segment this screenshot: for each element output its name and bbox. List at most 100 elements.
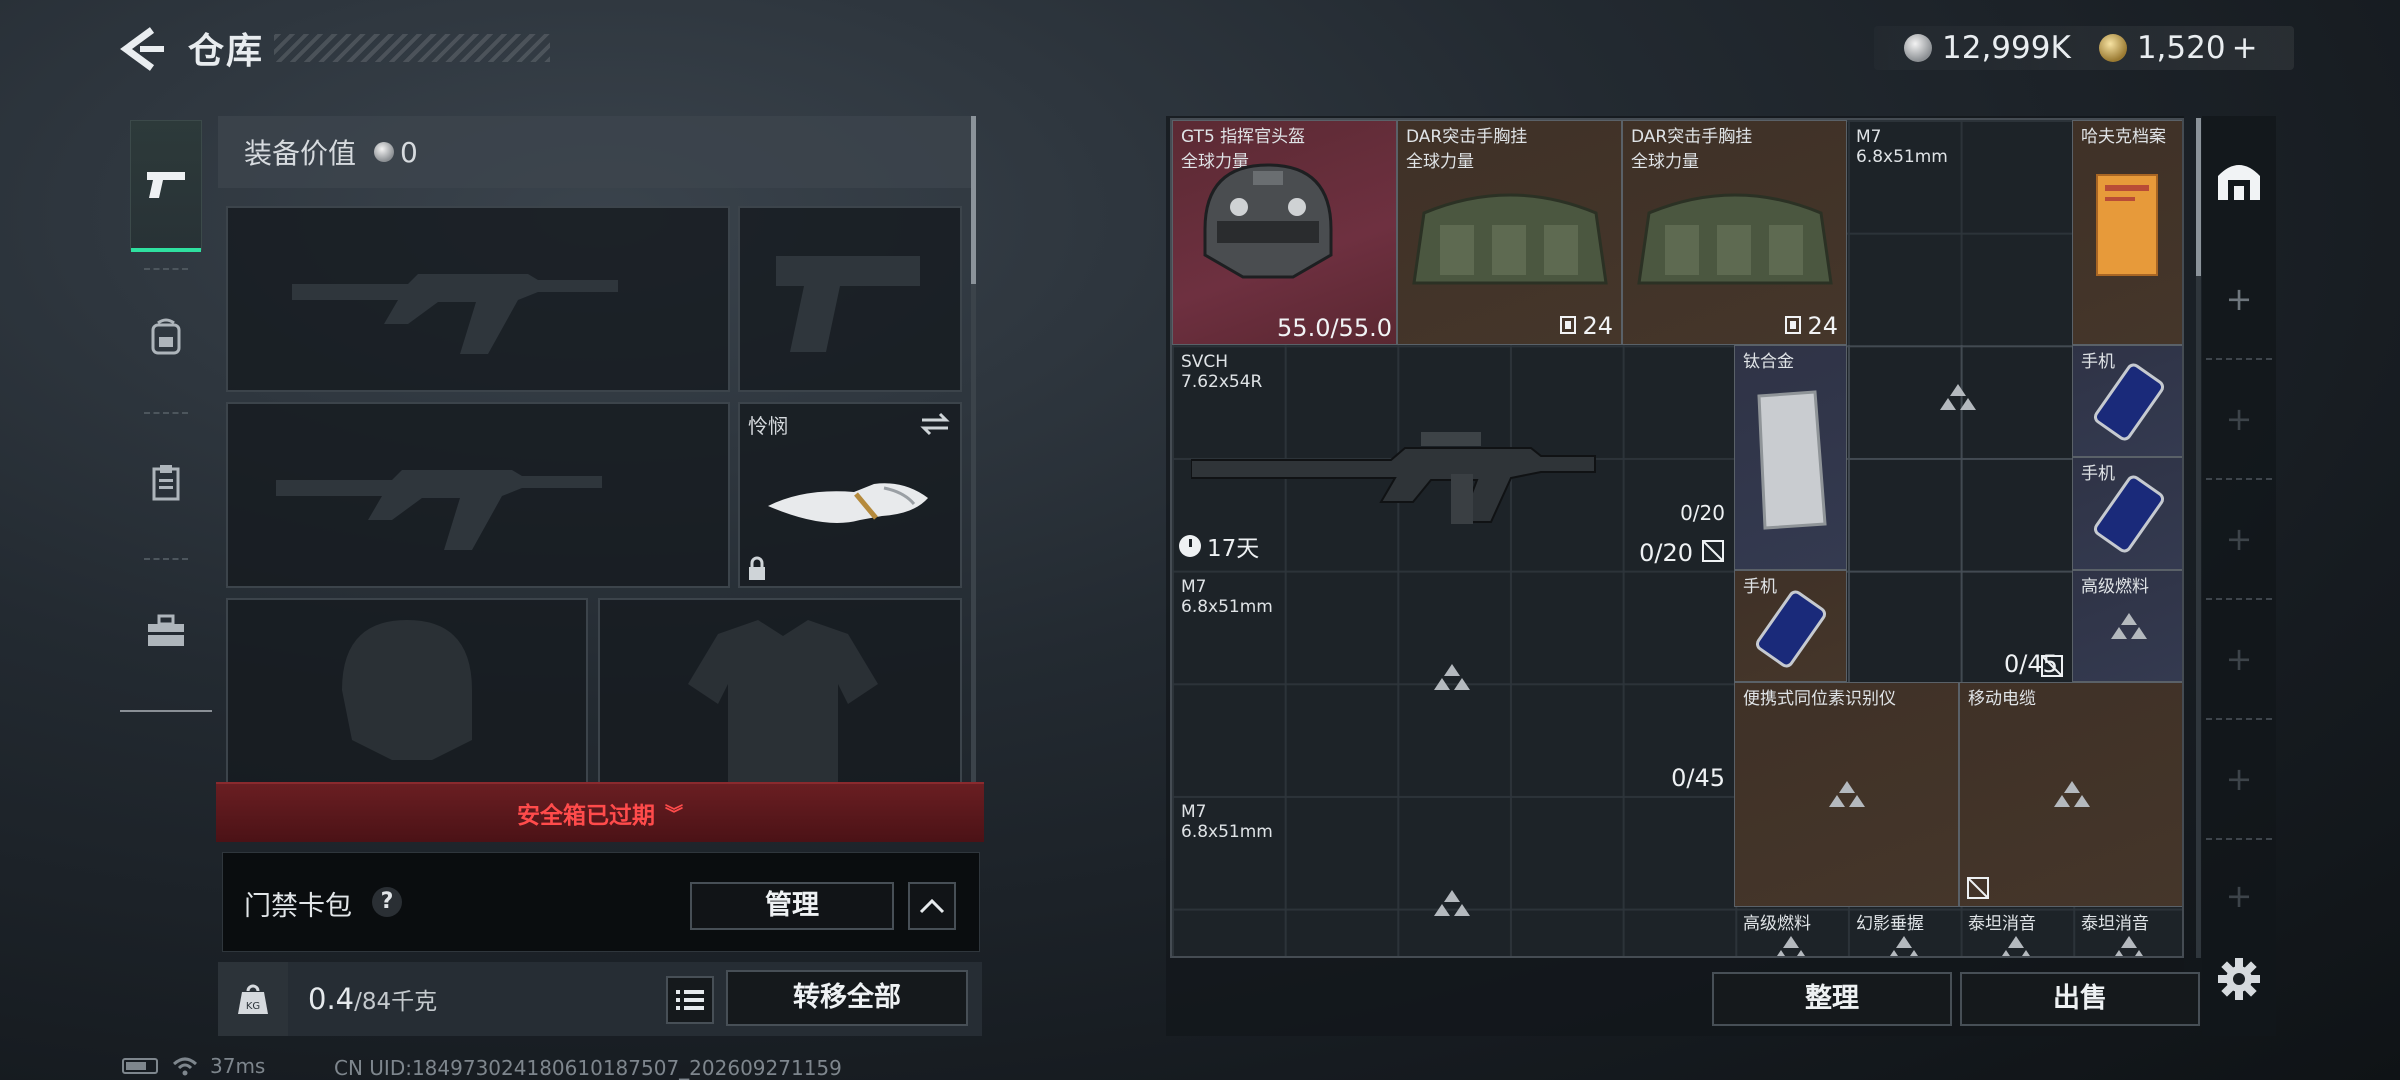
item-phone[interactable]: 手机	[1734, 570, 1847, 682]
add-storage-tab-button[interactable]: +	[2206, 600, 2272, 720]
back-arrow-icon[interactable]	[118, 26, 168, 72]
weight-current: 0.4	[308, 982, 355, 1016]
toolbox-icon	[148, 614, 184, 646]
equipment-value: 0	[400, 135, 418, 169]
gear-icon[interactable]	[2216, 956, 2262, 1002]
placeholder-triangle-icon	[1829, 781, 1865, 807]
item-count-value: 24	[1582, 312, 1613, 340]
item-svch-rifle[interactable]: SVCH 7.62x54R 0/20 0/20 17天	[1172, 345, 1734, 570]
nav-clipboard[interactable]	[130, 418, 202, 548]
currency-bar[interactable]: 12,999K 1,520 +	[1874, 26, 2294, 70]
helmet-slot[interactable]	[226, 598, 588, 788]
helmet-silhouette-icon	[342, 620, 472, 760]
item-subtitle: 全球力量	[1631, 152, 1699, 172]
chest-rig-icon	[1412, 193, 1608, 285]
item-subtitle: 6.8x51mm	[1181, 597, 1273, 617]
item-durability: 55.0/55.0	[1277, 314, 1392, 342]
nav-toolbox[interactable]	[130, 566, 202, 696]
item-name: 泰坦消音	[2081, 914, 2149, 934]
add-storage-tab-button[interactable]: +	[2206, 720, 2272, 840]
item-name: DAR突击手胸挂	[1631, 127, 1753, 147]
item-advanced-fuel[interactable]: 高级燃料	[1734, 907, 1847, 956]
add-storage-tab-button[interactable]: +	[2206, 240, 2272, 360]
item-phone[interactable]: 手机	[2072, 457, 2182, 570]
lock-icon	[749, 556, 765, 580]
item-name: M7	[1181, 577, 1207, 597]
kg-weight-icon: KG	[238, 984, 268, 1014]
swap-icon[interactable]	[920, 412, 950, 436]
nav-backpack[interactable]	[130, 272, 202, 402]
placeholder-triangle-icon	[1890, 936, 1918, 956]
item-timer-value: 17天	[1207, 536, 1260, 562]
nav-divider	[144, 412, 188, 414]
chest-rig-icon	[1637, 193, 1833, 285]
silver-coin-icon	[1904, 34, 1932, 62]
gold-amount: 1,520	[2136, 30, 2226, 66]
slots-icon	[1785, 316, 1802, 334]
item-name: 便携式同位素识别仪	[1743, 689, 1896, 709]
storage-scroll-thumb[interactable]	[2196, 118, 2201, 276]
item-phone[interactable]: 手机	[2072, 345, 2182, 457]
help-icon[interactable]: ?	[372, 887, 402, 917]
item-ammo: 0/20	[1639, 539, 1693, 567]
item-subtitle: 7.62x54R	[1181, 372, 1263, 392]
gold-coin-icon	[2098, 34, 2127, 62]
item-mobile-cable[interactable]: 移动电缆	[1959, 682, 2182, 907]
item-subtitle: 全球力量	[1406, 152, 1474, 172]
collapse-button[interactable]	[908, 882, 956, 930]
phone-icon	[2093, 363, 2165, 441]
item-m7-empty[interactable]: M7 6.8x51mm	[1847, 120, 2072, 345]
melee-slot[interactable]: 怜悯	[738, 402, 962, 588]
item-name: M7	[1856, 127, 1882, 147]
backpack-icon	[151, 318, 181, 355]
add-storage-tab-button[interactable]: +	[2206, 836, 2272, 956]
item-chest-rig[interactable]: DAR突击手胸挂 全球力量 24	[1622, 120, 1847, 345]
titanium-plate-icon	[1757, 390, 1827, 530]
item-titan-suppressor[interactable]: 泰坦消音	[1959, 907, 2072, 956]
placeholder-triangle-icon	[1434, 890, 1470, 916]
add-currency-button[interactable]: +	[2232, 30, 2258, 66]
item-chest-rig[interactable]: DAR突击手胸挂 全球力量 24	[1397, 120, 1622, 345]
item-count-value: 24	[1807, 312, 1838, 340]
transfer-all-button[interactable]: 转移全部	[726, 970, 968, 1026]
manage-button[interactable]: 管理	[690, 882, 894, 930]
weight-icon-box: KG	[218, 962, 288, 1036]
item-titanium[interactable]: 钛合金	[1734, 345, 1847, 570]
storage-grid[interactable]: GT5 指挥官头盔 全球力量 55.0/55.0 DAR突击手胸挂 全球力量 2…	[1170, 118, 2184, 958]
sell-button[interactable]: 出售	[1960, 972, 2200, 1026]
item-advanced-fuel[interactable]: 高级燃料	[2072, 570, 2182, 682]
nav-weapons[interactable]	[130, 120, 202, 252]
item-titan-suppressor[interactable]: 泰坦消音	[2072, 907, 2182, 956]
placeholder-triangle-icon	[1940, 384, 1976, 410]
item-helmet[interactable]: GT5 指挥官头盔 全球力量 55.0/55.0	[1172, 120, 1397, 345]
chevron-down-icon: ︾	[665, 804, 683, 825]
pistol-slot[interactable]	[738, 206, 962, 392]
nav-divider	[144, 268, 188, 270]
add-storage-tab-button[interactable]: +	[2206, 360, 2272, 480]
list-view-button[interactable]	[666, 976, 714, 1024]
melee-name: 怜悯	[748, 414, 788, 438]
sort-button[interactable]: 整理	[1712, 972, 1952, 1026]
placeholder-triangle-icon	[1777, 936, 1805, 956]
item-phantom-grip[interactable]: 幻影垂握	[1847, 907, 1959, 956]
armor-slot[interactable]	[598, 598, 962, 788]
item-timer: 17天	[1179, 529, 1259, 563]
chevron-up-icon	[919, 898, 945, 914]
item-name: 高级燃料	[2081, 577, 2149, 597]
item-isotope-scanner[interactable]: 便携式同位素识别仪	[1734, 682, 1959, 907]
equipment-scroll-thumb[interactable]	[971, 116, 976, 284]
primary-weapon-slot[interactable]	[226, 206, 730, 392]
item-name: DAR突击手胸挂	[1406, 127, 1528, 147]
item-name: 泰坦消音	[1968, 914, 2036, 934]
safe-box-expired-banner[interactable]: 安全箱已过期 ︾	[216, 782, 984, 842]
secondary-weapon-slot[interactable]	[226, 402, 730, 588]
phone-icon	[2093, 475, 2165, 553]
rifle-silhouette-icon	[276, 470, 602, 550]
phone-icon	[1755, 590, 1827, 668]
item-name: GT5 指挥官头盔	[1181, 127, 1306, 147]
wifi-icon	[172, 1057, 198, 1076]
add-storage-tab-button[interactable]: +	[2206, 480, 2272, 600]
storage-tab-main[interactable]	[2206, 120, 2272, 240]
item-m7-empty[interactable]: M7 6.8x51mm	[1172, 795, 1734, 956]
item-haavk-file[interactable]: 哈夫克档案	[2072, 120, 2182, 345]
